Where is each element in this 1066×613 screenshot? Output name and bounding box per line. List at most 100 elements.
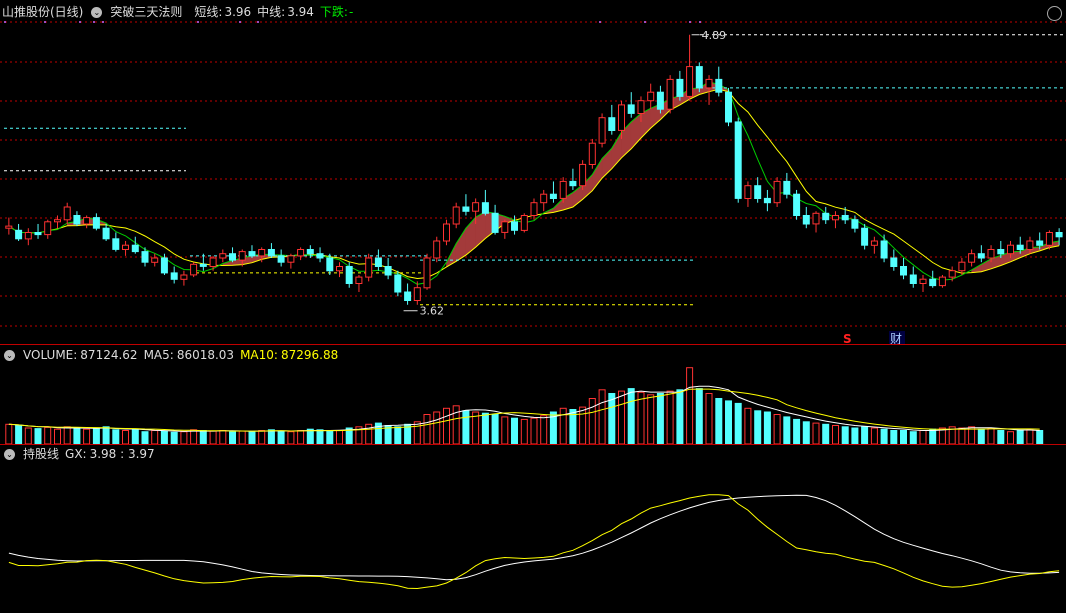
volume-label: VOLUME:: [23, 348, 78, 362]
volume-bar: [725, 400, 732, 444]
candle-body: [783, 180, 791, 195]
volume-bar: [5, 423, 13, 444]
volume-bar: [219, 430, 227, 444]
volume-bar: [676, 389, 684, 444]
candle-body: [656, 91, 664, 110]
candle-body: [413, 287, 421, 302]
candle-body: [802, 215, 810, 225]
candle-body: [112, 238, 120, 250]
volume-bar: [141, 431, 149, 444]
gx-white-line: [8, 494, 1060, 581]
volume-bar: [530, 417, 538, 444]
volume-bar: [462, 410, 470, 444]
volume-bar: [491, 414, 499, 444]
candle-body: [968, 253, 976, 263]
candle-body: [861, 227, 869, 246]
signal-dot: [239, 21, 241, 23]
candle-body: [423, 257, 431, 289]
price-chart[interactable]: 4.89 3.62 S 财: [0, 0, 1066, 344]
candle-body: [24, 232, 32, 240]
signal-dot: [79, 21, 81, 23]
candle-body: [462, 206, 470, 212]
volume-bar: [540, 415, 548, 444]
event-marker-s: S: [843, 332, 852, 344]
volume-bar: [832, 425, 839, 444]
candle-body: [365, 257, 373, 278]
volume-bar: [151, 430, 159, 444]
signal-dot: [102, 21, 104, 23]
volume-bar: [83, 428, 91, 444]
gx-indicator-name[interactable]: 持股线: [23, 446, 59, 462]
volume-bar: [336, 430, 343, 444]
volume-bar: [1036, 430, 1044, 444]
volume-bar: [598, 389, 606, 444]
volume-bar: [851, 427, 859, 444]
volume-bar: [588, 398, 596, 444]
gx-menu-icon[interactable]: ⌄: [4, 448, 15, 460]
candle-body: [870, 240, 878, 246]
candle-body: [131, 244, 139, 253]
candle-body: [1026, 240, 1034, 250]
volume-bar: [763, 411, 771, 444]
candle-body: [569, 180, 577, 187]
volume-bar: [618, 390, 625, 444]
candle-body: [530, 202, 538, 216]
candle-body: [1036, 240, 1044, 246]
candle-body: [637, 100, 645, 114]
volume-bar: [909, 431, 917, 444]
volume-bar: [579, 406, 587, 444]
candle-body: [5, 225, 13, 229]
candle-body: [306, 249, 314, 255]
candle-body: [433, 240, 441, 259]
volume-bar: [1026, 428, 1034, 444]
candle-body: [481, 202, 489, 214]
candle-body: [793, 193, 801, 216]
candle-body: [501, 221, 509, 233]
volume-bar: [238, 430, 246, 444]
ma10-value: 87296.88: [280, 348, 339, 362]
volume-bar: [919, 430, 927, 444]
volume-bar: [316, 429, 324, 444]
candle-body: [763, 197, 771, 204]
ma5-value: 86018.03: [176, 348, 235, 362]
volume-bar: [190, 429, 198, 444]
volume-bar: [734, 402, 742, 444]
candle-body: [822, 212, 830, 221]
volume-bar: [793, 418, 801, 444]
volume-bar: [1016, 430, 1024, 444]
volume-bar: [267, 429, 275, 444]
volume-bar: [277, 430, 285, 444]
candle-body: [73, 215, 81, 225]
volume-bar: [695, 388, 703, 444]
candle-body: [336, 266, 343, 272]
candle-body: [404, 291, 412, 301]
volume-bar: [326, 430, 334, 444]
candle-body: [608, 117, 616, 131]
candle-body: [326, 257, 334, 272]
gx-chart[interactable]: [0, 462, 1066, 612]
candle-body: [190, 263, 198, 276]
volume-bar: [559, 407, 567, 444]
volume-value: 87124.62: [80, 348, 138, 362]
low-price-label: 3.62: [420, 305, 445, 318]
volume-bar: [744, 407, 752, 444]
candle-body: [744, 185, 752, 199]
candle-body: [938, 276, 946, 287]
candle-body: [725, 91, 732, 123]
volume-bar: [501, 416, 509, 444]
volume-chart[interactable]: [0, 362, 1066, 444]
candle-body: [92, 217, 100, 229]
volume-menu-icon[interactable]: ⌄: [4, 349, 15, 361]
candle-body: [579, 163, 587, 187]
volume-bar: [987, 427, 995, 444]
candle-body: [666, 78, 674, 110]
volume-bar: [608, 393, 616, 444]
volume-bar: [131, 428, 139, 444]
signal-dot: [599, 21, 601, 23]
candle-body: [374, 257, 382, 267]
candle-body: [987, 249, 995, 259]
candle-body: [15, 229, 23, 240]
volume-bar: [306, 428, 314, 444]
candle-body: [248, 251, 256, 257]
candle-body: [355, 276, 363, 285]
